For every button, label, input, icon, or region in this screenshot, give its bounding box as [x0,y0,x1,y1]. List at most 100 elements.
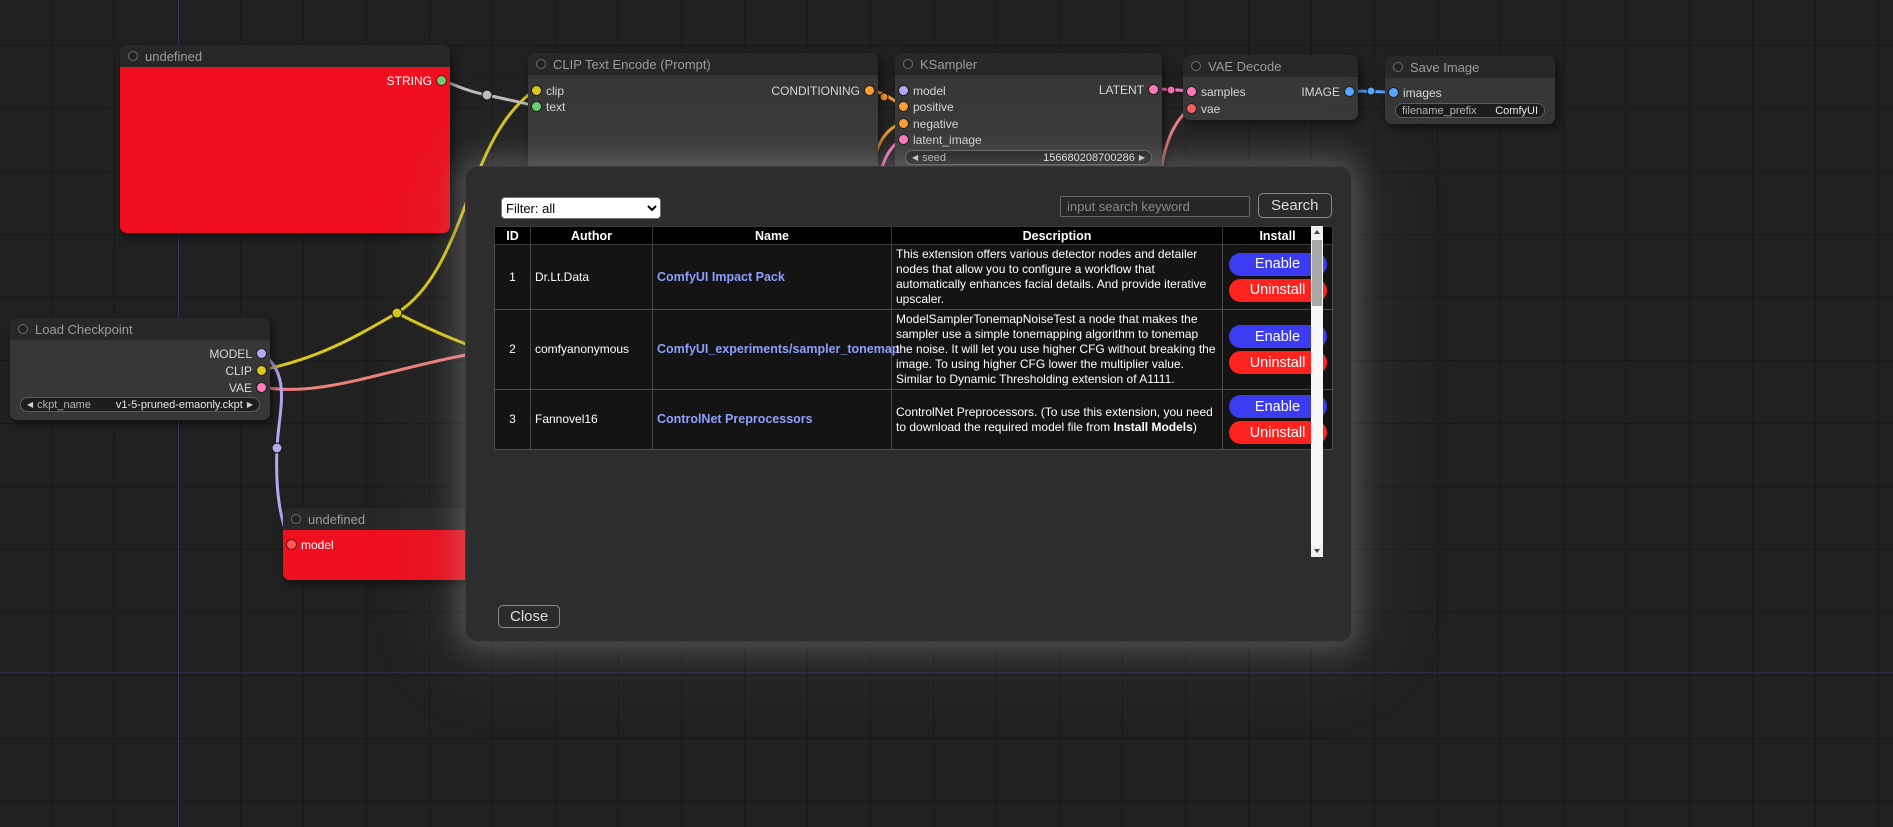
port-dot-string[interactable] [437,76,446,85]
collapse-dot-icon[interactable] [18,324,28,334]
port-dot-vae[interactable] [257,383,266,392]
node-undefined-top[interactable]: undefined STRING [120,45,450,233]
widget-value: ComfyUI [1495,105,1538,117]
cell-name: ComfyUI Impact Pack [653,245,892,310]
widget-value: v1-5-pruned-emaonly.ckpt [116,399,243,411]
extensions-table-container: ID Author Name Description Install 1 Dr.… [494,226,1323,557]
increment-arrow-icon[interactable]: ▶ [1139,153,1145,162]
description-text: ModelSamplerTonemapNoiseTest a node that… [896,312,1216,386]
port-dot-conditioning[interactable] [865,86,874,95]
ckpt-name-widget[interactable]: ◀ ckpt_name v1-5-pruned-emaonly.ckpt ▶ [20,397,260,412]
node-title-bar[interactable]: KSampler [895,53,1162,75]
port-label: samples [1201,85,1246,99]
table-row: 1 Dr.Lt.Data ComfyUI Impact Pack This ex… [495,245,1333,310]
close-button[interactable]: Close [498,605,560,628]
header-name: Name [653,227,892,245]
output-port-latent[interactable]: LATENT [1099,83,1158,96]
scrollbar[interactable] [1311,226,1323,557]
port-dot-model[interactable] [287,540,296,549]
seed-widget[interactable]: ◀ seed 156680208700286 ▶ [905,150,1152,165]
output-port-clip[interactable]: CLIP [225,364,266,377]
next-arrow-icon[interactable]: ▶ [247,400,253,409]
scrollbar-up-arrow-icon[interactable] [1311,226,1323,238]
decrement-arrow-icon[interactable]: ◀ [912,153,918,162]
output-port-vae[interactable]: VAE [229,381,266,394]
port-dot-samples[interactable] [1187,87,1196,96]
port-dot-latent-image[interactable] [899,135,908,144]
input-port-images[interactable]: images [1389,86,1442,99]
collapse-dot-icon[interactable] [291,514,301,524]
node-title-bar[interactable]: undefined [120,45,450,67]
filter-select[interactable]: Filter: all [501,197,661,219]
cell-id: 2 [495,310,531,390]
search-button[interactable]: Search [1258,193,1332,218]
node-title: undefined [308,512,365,527]
node-title: CLIP Text Encode (Prompt) [553,57,711,72]
port-dot-clip[interactable] [532,86,541,95]
wire-string-to-text [442,80,535,106]
output-port-model[interactable]: MODEL [209,347,266,360]
input-port-model[interactable]: model [899,84,946,97]
node-title-bar[interactable]: CLIP Text Encode (Prompt) [528,53,878,75]
output-port-image[interactable]: IMAGE [1301,85,1354,98]
port-label: MODEL [209,347,252,361]
node-ksampler[interactable]: KSampler model positive negative latent_… [895,53,1162,183]
collapse-dot-icon[interactable] [1191,61,1201,71]
node-title-bar[interactable]: Load Checkpoint [10,318,270,340]
table-row: 2 comfyanonymous ComfyUI_experiments/sam… [495,310,1333,390]
node-title: undefined [145,49,202,64]
node-clip-text-encode[interactable]: CLIP Text Encode (Prompt) clip text COND… [528,53,878,183]
port-dot-images[interactable] [1389,88,1398,97]
canvas-axis-horizontal [0,672,1893,673]
scrollbar-down-arrow-icon[interactable] [1311,545,1323,557]
filename-prefix-widget[interactable]: filename_prefix ComfyUI [1395,103,1545,118]
previous-arrow-icon[interactable]: ◀ [27,400,33,409]
scrollbar-thumb[interactable] [1312,240,1322,306]
extension-link[interactable]: ComfyUI Impact Pack [657,270,785,284]
input-port-clip[interactable]: clip [532,84,564,97]
input-port-text[interactable]: text [532,100,565,113]
reroute-dot-model[interactable] [272,443,282,453]
extension-link[interactable]: ControlNet Preprocessors [657,412,813,426]
node-undefined-bottom[interactable]: undefined model [283,508,476,580]
link-dot-image [1367,87,1375,95]
node-title-bar[interactable]: Save Image [1385,56,1555,78]
node-save-image[interactable]: Save Image images filename_prefix ComfyU… [1385,56,1555,124]
input-port-positive[interactable]: positive [899,100,954,113]
port-dot-negative[interactable] [899,119,908,128]
port-dot-positive[interactable] [899,102,908,111]
port-dot-model[interactable] [899,86,908,95]
node-vae-decode[interactable]: VAE Decode samples vae IMAGE [1183,55,1358,120]
collapse-dot-icon[interactable] [1393,62,1403,72]
node-load-checkpoint[interactable]: Load Checkpoint MODEL CLIP VAE ◀ ckpt_na… [10,318,270,420]
extensions-table: ID Author Name Description Install 1 Dr.… [494,226,1333,450]
search-input[interactable] [1060,196,1250,217]
input-port-latent-image[interactable]: latent_image [899,133,982,146]
port-dot-latent[interactable] [1149,85,1158,94]
input-port-vae[interactable]: vae [1187,102,1220,115]
collapse-dot-icon[interactable] [903,59,913,69]
port-label: images [1403,86,1442,100]
port-dot-clip[interactable] [257,366,266,375]
collapse-dot-icon[interactable] [128,51,138,61]
cell-author: Fannovel16 [531,390,653,450]
port-label: STRING [387,74,432,88]
input-port-samples[interactable]: samples [1187,85,1246,98]
node-body [120,67,450,233]
input-port-model[interactable]: model [287,538,334,551]
reroute-dot-clip[interactable] [392,308,402,318]
port-dot-text[interactable] [532,102,541,111]
output-port-string[interactable]: STRING [387,74,446,87]
port-label: negative [913,117,958,131]
collapse-dot-icon[interactable] [536,59,546,69]
input-port-negative[interactable]: negative [899,117,958,130]
port-dot-vae[interactable] [1187,104,1196,113]
extension-link[interactable]: ComfyUI_experiments/sampler_tonemap [657,342,899,356]
reroute-dot-string[interactable] [482,90,492,100]
port-dot-model[interactable] [257,349,266,358]
node-title-bar[interactable]: VAE Decode [1183,55,1358,77]
description-text: ) [1193,420,1197,434]
node-title-bar[interactable]: undefined [283,508,476,530]
output-port-conditioning[interactable]: CONDITIONING [771,84,874,97]
port-dot-image[interactable] [1345,87,1354,96]
